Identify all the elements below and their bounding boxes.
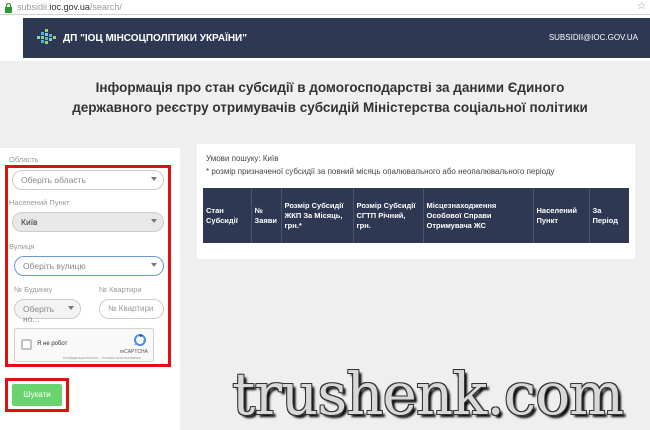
header-bar: ДП "ІОЦ МІНСОЦПОЛІТИКИ УКРАЇНИ" SUBSIDII…: [23, 18, 650, 58]
results-panel: Умови пошуку: Київ * розмір призначеної …: [197, 144, 635, 259]
column-header[interactable]: Розмір Субсидії СГТП Річний, грн.: [353, 188, 424, 243]
column-header[interactable]: Населений Пункт: [533, 188, 590, 243]
lock-icon: [4, 2, 13, 13]
site-header: ДП "ІОЦ МІНСОЦПОЛІТИКИ УКРАЇНИ" SUBSIDII…: [0, 15, 650, 61]
form-highlight-frame: [5, 165, 171, 367]
table-header-row: Стан Субсидії № Заяви Розмір Субсидії ЖК…: [203, 188, 629, 243]
results-note: * розмір призначеної субсидії за повний …: [206, 167, 555, 176]
brand-name[interactable]: ДП "ІОЦ МІНСОЦПОЛІТИКИ УКРАЇНИ": [63, 33, 247, 44]
search-conditions: Умови пошуку: Київ: [206, 154, 279, 163]
site-logo-icon[interactable]: [35, 27, 57, 49]
results-table: Стан Субсидії № Заяви Розмір Субсидії ЖК…: [203, 188, 629, 243]
column-header[interactable]: Стан Субсидії: [203, 188, 252, 243]
address-bar[interactable]: subsidii.ioc.gov.ua/search/ ☆: [0, 0, 650, 15]
oblast-label: Область: [9, 155, 39, 164]
bookmark-star-icon[interactable]: ☆: [637, 1, 646, 12]
column-header[interactable]: Місцезнаходження Особової Справи Отримув…: [423, 188, 534, 243]
column-header[interactable]: Розмір Субсидії ЖКП За Місяць, грн.*: [281, 188, 354, 243]
watermark-text: trushenk.com: [232, 360, 624, 428]
column-header[interactable]: За Період: [589, 188, 629, 243]
url-text[interactable]: subsidii.ioc.gov.ua/search/: [17, 2, 122, 12]
header-email[interactable]: SUBSIDII@IOC.GOV.UA: [549, 33, 638, 42]
page-title: Інформація про стан субсидії в домогоспо…: [72, 80, 588, 115]
button-highlight-frame: [5, 378, 69, 412]
column-header[interactable]: № Заяви: [251, 188, 282, 243]
